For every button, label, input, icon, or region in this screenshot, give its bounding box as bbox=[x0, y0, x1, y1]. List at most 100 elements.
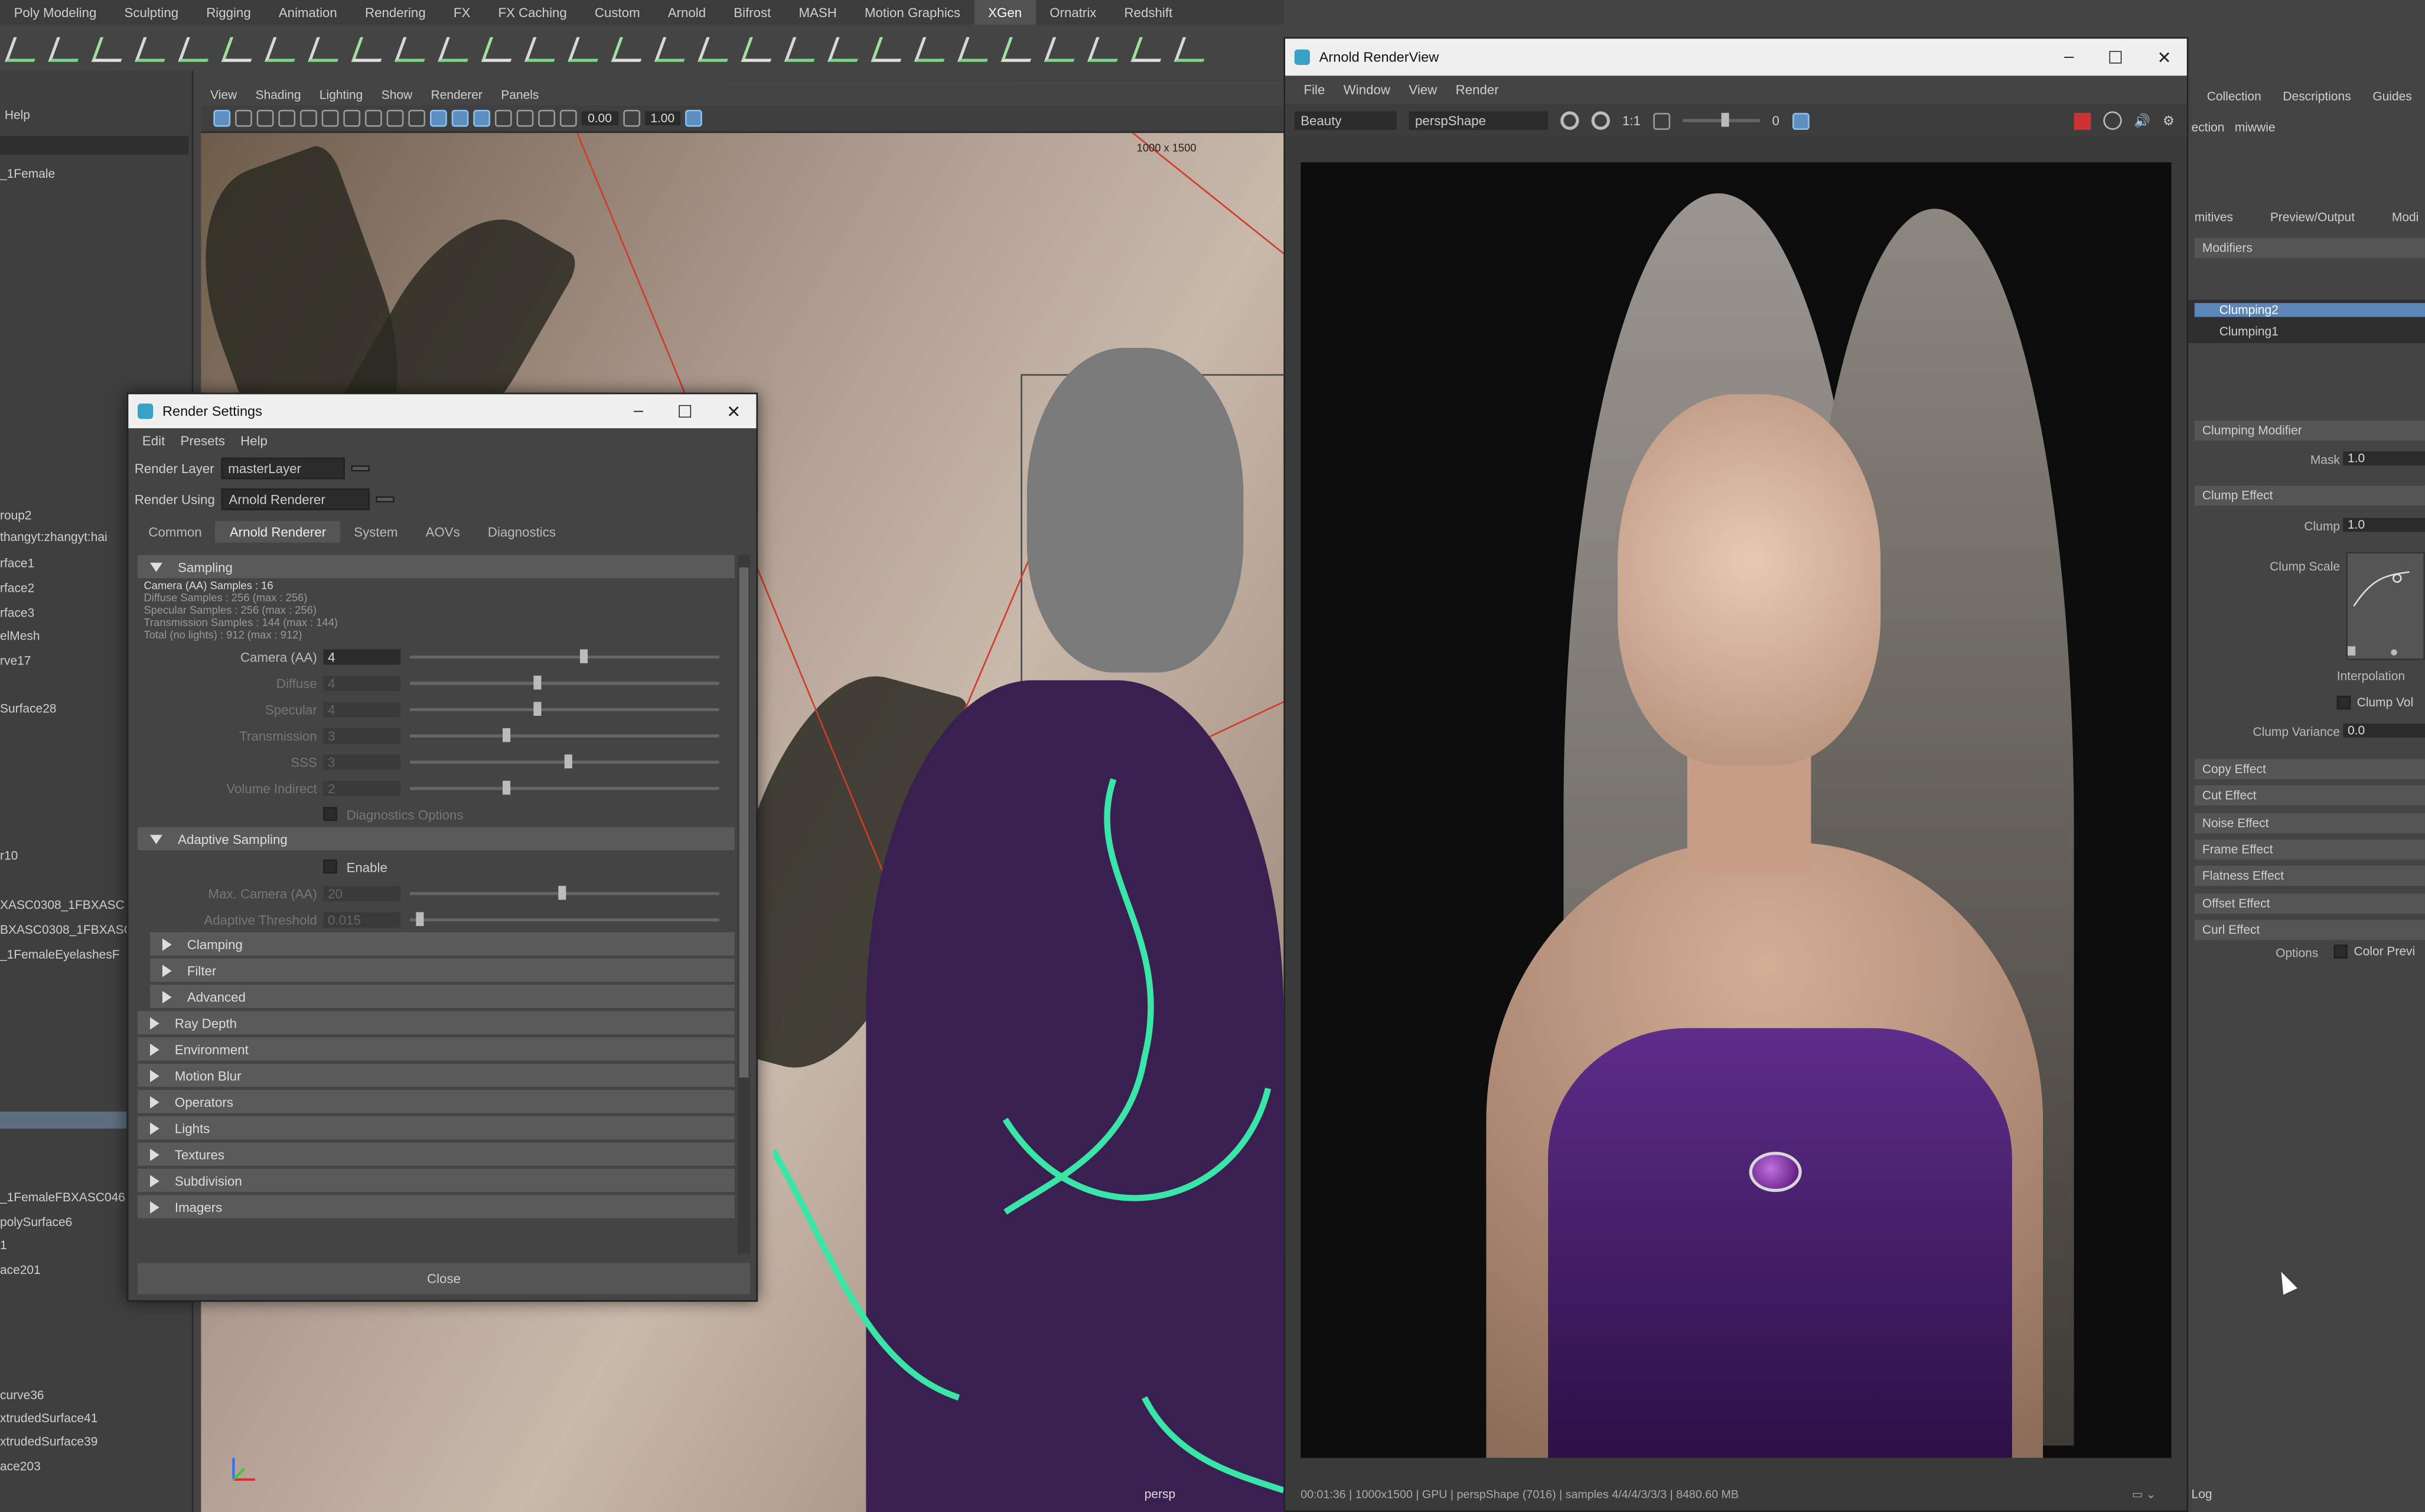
slider-track[interactable] bbox=[409, 754, 719, 768]
gamma-icon[interactable] bbox=[622, 109, 640, 127]
clumping-modifier-header[interactable]: Clumping Modifier bbox=[2194, 420, 2425, 441]
menu-edit[interactable]: Edit bbox=[135, 433, 173, 448]
slider-knob[interactable] bbox=[533, 701, 542, 715]
xgen-subtab[interactable]: Modi bbox=[2392, 210, 2419, 224]
clump-effect-header[interactable]: Clump Effect bbox=[2194, 485, 2425, 506]
status-icon[interactable]: ▭ ⌄ bbox=[2132, 1487, 2172, 1501]
effect-curl-effect[interactable]: Curl Effect bbox=[2194, 920, 2425, 940]
resolution-gate-icon[interactable] bbox=[343, 109, 361, 127]
shadows-icon[interactable] bbox=[516, 109, 534, 127]
outliner-item[interactable]: _1FemaleEyelashesF bbox=[0, 948, 120, 962]
outliner-item[interactable]: roup2 bbox=[0, 509, 32, 523]
outliner-item[interactable]: rface3 bbox=[0, 606, 34, 620]
section-advanced[interactable]: Advanced bbox=[150, 985, 735, 1008]
shelf-tool-icon[interactable] bbox=[220, 31, 258, 65]
xgen-tab-guides[interactable]: Guides bbox=[2372, 90, 2411, 104]
viewport-menu-show[interactable]: Show bbox=[372, 87, 422, 102]
shelf-tool-icon[interactable] bbox=[1129, 31, 1168, 65]
arnold-renderview-titlebar[interactable]: Arnold RenderView – ☐ ✕ bbox=[1285, 38, 2187, 76]
shelf-tool-icon[interactable] bbox=[393, 31, 431, 65]
shelf-tool-icon[interactable] bbox=[1086, 31, 1124, 65]
menu-presets[interactable]: Presets bbox=[172, 433, 233, 448]
ratio-label[interactable]: 1:1 bbox=[1622, 113, 1641, 128]
outliner-item[interactable]: BXASC0308_1FBXASC bbox=[0, 923, 133, 937]
slider-knob[interactable] bbox=[579, 649, 588, 663]
shelf-tab-xgen[interactable]: XGen bbox=[974, 0, 1036, 25]
max-camera-field[interactable]: 20 bbox=[323, 885, 401, 901]
shelf-tab-fx[interactable]: FX bbox=[439, 5, 484, 20]
outliner-item[interactable]: rface2 bbox=[0, 581, 34, 595]
shelf-tool-icon[interactable] bbox=[912, 31, 951, 65]
image-plane-icon[interactable] bbox=[278, 109, 296, 127]
gamma-field[interactable]: 1.00 bbox=[644, 111, 681, 126]
aov-dropdown[interactable]: Beauty bbox=[1294, 111, 1397, 130]
slider-field[interactable]: 2 bbox=[323, 780, 401, 796]
effect-flatness-effect[interactable]: Flatness Effect bbox=[2194, 865, 2425, 886]
slider-track[interactable] bbox=[409, 701, 719, 715]
slider-knob[interactable] bbox=[503, 727, 511, 742]
shelf-tool-icon[interactable] bbox=[609, 31, 648, 65]
section-textures[interactable]: Textures bbox=[138, 1142, 735, 1166]
outliner-item[interactable]: r10 bbox=[0, 849, 18, 863]
outliner-item[interactable]: thangyt:zhangyt:hai bbox=[0, 530, 107, 545]
arv-menu-window[interactable]: Window bbox=[1334, 82, 1400, 97]
xgen-subtab[interactable]: Preview/Output bbox=[2270, 210, 2355, 224]
arv-menu-view[interactable]: View bbox=[1400, 82, 1446, 97]
outliner-item[interactable]: _1Female bbox=[0, 167, 55, 181]
shelf-tool-icon[interactable] bbox=[1042, 31, 1081, 65]
section-clamping[interactable]: Clamping bbox=[150, 932, 735, 956]
tab-arnold-renderer[interactable]: Arnold Renderer bbox=[216, 521, 340, 543]
arv-menu-file[interactable]: File bbox=[1295, 82, 1334, 97]
shelf-tool-icon[interactable] bbox=[306, 31, 344, 65]
camera-attr-icon[interactable] bbox=[235, 109, 252, 127]
section-ray-depth[interactable]: Ray Depth bbox=[138, 1011, 735, 1035]
slider-track[interactable] bbox=[409, 649, 719, 663]
tab-system[interactable]: System bbox=[340, 521, 412, 543]
outliner-item[interactable]: ace203 bbox=[0, 1459, 41, 1474]
snapshot-icon[interactable] bbox=[1791, 112, 1809, 129]
field-chart-icon[interactable] bbox=[386, 109, 404, 127]
bookmark-icon[interactable] bbox=[256, 109, 274, 127]
slider-field[interactable]: 3 bbox=[323, 727, 401, 743]
render-settings-scrollbar[interactable] bbox=[738, 555, 751, 1254]
close-icon[interactable]: ✕ bbox=[2157, 47, 2171, 67]
xgen-tab-collection[interactable]: Collection bbox=[2207, 90, 2261, 104]
mask-field[interactable]: 1.0 bbox=[2343, 451, 2425, 465]
viewport-menu-shading[interactable]: Shading bbox=[246, 87, 310, 102]
close-button[interactable]: Close bbox=[138, 1263, 751, 1294]
renderer-dropdown[interactable]: Arnold Renderer bbox=[221, 488, 370, 510]
exposure-field[interactable]: 0.00 bbox=[581, 111, 618, 126]
slider-field[interactable]: 4 bbox=[323, 701, 401, 717]
shelf-tab-fx-caching[interactable]: FX Caching bbox=[484, 5, 581, 20]
section-adaptive-sampling[interactable]: Adaptive Sampling bbox=[138, 827, 735, 850]
slider-field[interactable]: 4 bbox=[323, 674, 401, 690]
tab-common[interactable]: Common bbox=[135, 521, 216, 543]
shelf-tab-arnold[interactable]: Arnold bbox=[654, 5, 719, 20]
shelf-tool-icon[interactable] bbox=[133, 31, 171, 65]
slider-field[interactable]: 3 bbox=[323, 754, 401, 770]
shelf-tool-icon[interactable] bbox=[436, 31, 474, 65]
chevron-down-icon[interactable] bbox=[376, 496, 395, 503]
clump-variance-field[interactable]: 0.0 bbox=[2343, 724, 2425, 738]
section-lights[interactable]: Lights bbox=[138, 1116, 735, 1140]
maximize-icon[interactable]: ☐ bbox=[677, 401, 693, 421]
outliner-selected-row[interactable] bbox=[0, 1112, 127, 1129]
outliner-item[interactable]: XASC0308_1FBXASC bbox=[0, 898, 125, 913]
help-menu[interactable]: Help bbox=[5, 108, 30, 122]
clump-field[interactable]: 1.0 bbox=[2343, 517, 2425, 532]
shelf-tool-icon[interactable] bbox=[783, 31, 821, 65]
film-gate-icon[interactable] bbox=[321, 109, 339, 127]
gear-icon[interactable]: ⚙ bbox=[2163, 112, 2187, 129]
shelf-tool-icon[interactable] bbox=[90, 31, 128, 65]
outliner-item[interactable]: polySurface6 bbox=[0, 1215, 72, 1229]
shelf-tab-sculpting[interactable]: Sculpting bbox=[110, 5, 193, 20]
shelf-tool-icon[interactable] bbox=[480, 31, 518, 65]
textured-icon[interactable] bbox=[473, 109, 491, 127]
shelf-tool-icon[interactable] bbox=[826, 31, 864, 65]
maximize-icon[interactable]: ☐ bbox=[2108, 47, 2123, 67]
section-imagers[interactable]: Imagers bbox=[138, 1195, 735, 1218]
outliner-item[interactable]: Surface28 bbox=[0, 702, 56, 716]
slider-field[interactable]: 4 bbox=[323, 649, 401, 664]
audio-icon[interactable]: 🔊 bbox=[2134, 112, 2150, 129]
adaptive-threshold-slider[interactable] bbox=[409, 911, 719, 926]
